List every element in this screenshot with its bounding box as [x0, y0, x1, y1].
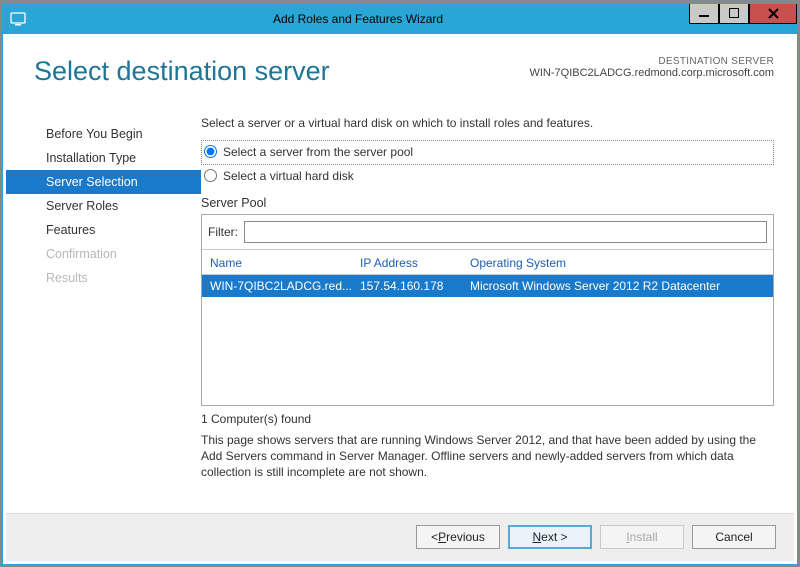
- server-row[interactable]: WIN-7QIBC2LADCG.red... 157.54.160.178 Mi…: [202, 275, 773, 297]
- install-button: Install: [600, 525, 684, 549]
- filter-input[interactable]: [244, 221, 767, 243]
- col-header-ip[interactable]: IP Address: [360, 256, 470, 270]
- page-title: Select destination server: [34, 56, 529, 112]
- filter-row: Filter:: [202, 215, 773, 250]
- wizard-nav: Before You Begin Installation Type Serve…: [6, 112, 201, 513]
- computer-count: 1 Computer(s) found: [201, 412, 774, 426]
- destination-info: DESTINATION SERVER WIN-7QIBC2LADCG.redmo…: [529, 56, 774, 112]
- radio-option-vhd[interactable]: Select a virtual hard disk: [201, 169, 774, 183]
- next-button[interactable]: Next >: [508, 525, 592, 549]
- server-pool-panel: Filter: Name IP Address Operating System…: [201, 214, 774, 406]
- radio-option-server-pool-wrap: Select a server from the server pool: [201, 140, 774, 165]
- nav-installation-type[interactable]: Installation Type: [6, 146, 201, 170]
- server-list[interactable]: WIN-7QIBC2LADCG.red... 157.54.160.178 Mi…: [202, 275, 773, 405]
- window-buttons: [689, 4, 797, 34]
- radio-server-pool-input[interactable]: [204, 145, 217, 158]
- page-header: Select destination server DESTINATION SE…: [6, 34, 794, 112]
- server-row-os: Microsoft Windows Server 2012 R2 Datacen…: [470, 279, 765, 293]
- nav-server-roles[interactable]: Server Roles: [6, 194, 201, 218]
- nav-before-you-begin[interactable]: Before You Begin: [6, 122, 201, 146]
- server-row-name: WIN-7QIBC2LADCG.red...: [210, 279, 360, 293]
- content-frame: Select destination server DESTINATION SE…: [3, 34, 797, 564]
- explain-text: This page shows servers that are running…: [201, 432, 774, 481]
- radio-option-server-pool[interactable]: Select a server from the server pool: [204, 145, 771, 159]
- footer: < Previous Next > Install Cancel: [6, 513, 794, 561]
- radio-server-pool-label: Select a server from the server pool: [223, 145, 413, 159]
- radio-vhd-label: Select a virtual hard disk: [223, 169, 354, 183]
- destination-server: WIN-7QIBC2LADCG.redmond.corp.microsoft.c…: [529, 67, 774, 79]
- column-header: Name IP Address Operating System: [202, 250, 773, 275]
- titlebar[interactable]: Add Roles and Features Wizard: [3, 4, 797, 34]
- filter-label: Filter:: [208, 225, 238, 239]
- destination-label: DESTINATION SERVER: [529, 56, 774, 67]
- window-title: Add Roles and Features Wizard: [27, 12, 689, 26]
- intro-text: Select a server or a virtual hard disk o…: [201, 116, 774, 130]
- nav-confirmation: Confirmation: [6, 242, 201, 266]
- app-icon: [9, 10, 27, 28]
- nav-results: Results: [6, 266, 201, 290]
- server-pool-label: Server Pool: [201, 196, 774, 210]
- main-panel: Select a server or a virtual hard disk o…: [201, 112, 774, 513]
- nav-features[interactable]: Features: [6, 218, 201, 242]
- radio-vhd-input[interactable]: [204, 169, 217, 182]
- wizard-window: Add Roles and Features Wizard Select des…: [2, 3, 798, 565]
- previous-button[interactable]: < Previous: [416, 525, 500, 549]
- col-header-name[interactable]: Name: [210, 256, 360, 270]
- minimize-button[interactable]: [689, 4, 719, 24]
- nav-server-selection[interactable]: Server Selection: [6, 170, 201, 194]
- cancel-button[interactable]: Cancel: [692, 525, 776, 549]
- close-button[interactable]: [749, 4, 797, 24]
- server-row-ip: 157.54.160.178: [360, 279, 470, 293]
- col-header-os[interactable]: Operating System: [470, 256, 765, 270]
- maximize-button[interactable]: [719, 4, 749, 24]
